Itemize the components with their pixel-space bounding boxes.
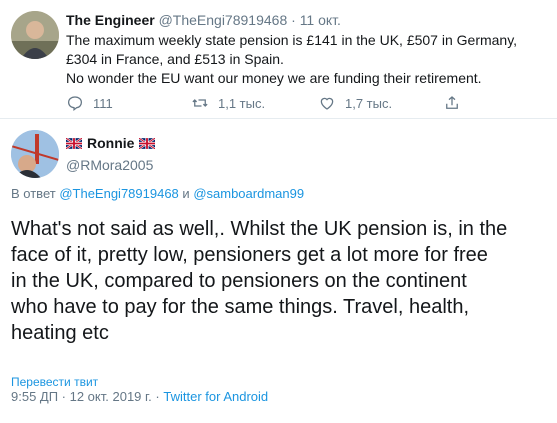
- tweet-header: The Engineer @TheEngi78919468 · 11 окт.: [66, 11, 341, 29]
- tweet-actions: 111 1,1 тыс. 1,7 тыс.: [60, 92, 460, 114]
- retweet-icon: [192, 99, 208, 107]
- reply-to-link[interactable]: @TheEngi78919468: [59, 186, 178, 201]
- reply-button[interactable]: 111: [66, 92, 113, 114]
- tweet-text: The maximum weekly state pension is £141…: [66, 31, 546, 88]
- reply-to-link[interactable]: @samboardman99: [193, 186, 304, 201]
- separator: ·: [291, 12, 296, 28]
- tweet-date[interactable]: 11 окт.: [300, 12, 341, 28]
- divider: [0, 118, 557, 119]
- tweet-text-line: face of it, pretty low, pensioners get a…: [11, 244, 488, 266]
- tweet-text-line: What's not said as well,. Whilst the UK …: [11, 218, 508, 240]
- tweet-text-line: in the UK, compared to pensioners on the…: [11, 270, 467, 292]
- heart-icon: [320, 97, 334, 110]
- tweet-text: What's not said as well,. Whilst the UK …: [11, 216, 551, 346]
- author-name-row[interactable]: Ronnie: [66, 134, 156, 152]
- retweet-count: 1,1 тыс.: [218, 95, 266, 111]
- source-link[interactable]: Twitter for Android: [163, 389, 268, 404]
- like-count: 1,7 тыс.: [345, 95, 393, 111]
- uk-flag-icon: [139, 137, 156, 149]
- share-button[interactable]: [443, 92, 470, 114]
- avatar[interactable]: [11, 11, 59, 59]
- tweet-text-line: The maximum weekly state pension is £141…: [66, 32, 518, 48]
- meta-separator: ·: [155, 389, 160, 404]
- share-icon: [446, 96, 458, 109]
- tweet-text-line: No wonder the EU want our money we are f…: [66, 70, 482, 86]
- uk-flag-icon: [66, 137, 82, 149]
- translate-link[interactable]: Перевести твит: [11, 375, 98, 389]
- reply-to-and: и: [182, 186, 190, 201]
- reply-count: 111: [93, 95, 113, 111]
- author-handle[interactable]: @RMora2005: [66, 156, 153, 174]
- author-name[interactable]: The Engineer: [66, 12, 155, 28]
- tweet-meta: 9:55 ДП · 12 окт. 2019 г. · Twitter for …: [11, 388, 268, 405]
- reply-icon: [67, 96, 83, 112]
- reply-context: В ответ @TheEngi78919468 и @samboardman9…: [11, 185, 304, 202]
- author-name[interactable]: Ronnie: [87, 134, 134, 152]
- avatar[interactable]: [11, 130, 59, 178]
- retweet-button[interactable]: 1,1 тыс.: [191, 92, 265, 114]
- reply-to-prefix: В ответ: [11, 186, 56, 201]
- parent-tweet[interactable]: The Engineer @TheEngi78919468 · 11 окт. …: [0, 0, 557, 118]
- tweet-text-line: heating etc: [11, 322, 109, 344]
- tweet-text-line: £304 in France, and £513 in Spain.: [66, 51, 284, 67]
- timestamp[interactable]: 9:55 ДП · 12 окт. 2019 г.: [11, 389, 152, 404]
- tweet-text-line: who have to pay for the same things. Tra…: [11, 296, 470, 318]
- author-handle[interactable]: @TheEngi78919468: [159, 12, 288, 28]
- like-button[interactable]: 1,7 тыс.: [318, 92, 392, 114]
